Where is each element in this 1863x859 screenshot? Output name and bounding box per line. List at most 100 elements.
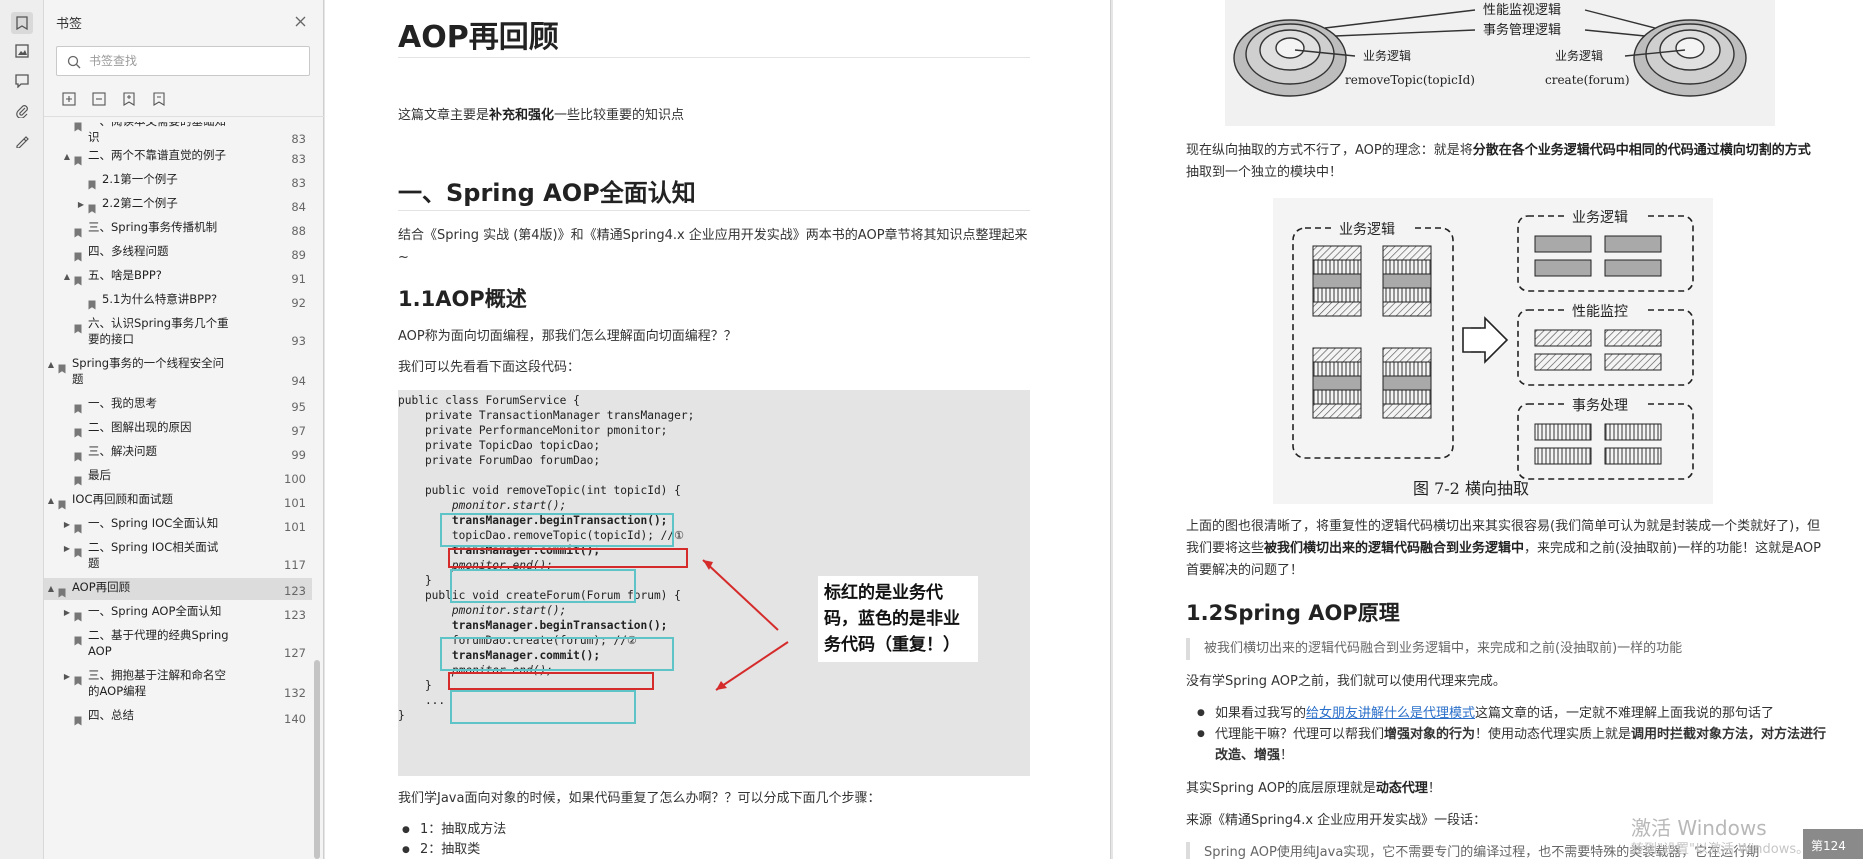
collapse-toggle-icon[interactable]: ▲ [62,272,72,281]
bookmark-item[interactable]: 四、多线程问题 89 [44,242,312,264]
bookmark-label: Spring事务的一个线程安全问题 [72,356,225,386]
bookmark-icon [74,319,82,334]
fig-label: 性能监控 [1572,304,1628,320]
bookmark-page-number: 132 [284,686,306,700]
bookmark-page-number: 117 [284,558,306,572]
bookmark-item[interactable]: ▲ 五、啥是BPP? 91 [44,266,312,288]
bookmark-icon [74,447,82,462]
bookmark-item[interactable]: 三、Spring事务传播机制 88 [44,218,312,240]
collapse-toggle-icon[interactable]: ▲ [62,152,72,161]
bookmark-icon [74,671,82,686]
expand-toggle-icon[interactable]: ▶ [62,672,72,681]
bookmark-item[interactable]: 二、图解出现的原因 97 [44,418,312,440]
bookmark-item[interactable]: ▲ 二、两个不靠谱直觉的例子 83 [44,146,312,168]
bookmark-page-number: 100 [284,472,306,486]
bookmark-icon [74,247,82,262]
expand-all-icon[interactable] [60,90,78,108]
panel-title: 书签 [56,17,83,32]
bookmark-icon [74,399,82,414]
bookmark-item[interactable]: ▶ 三、拥抱基于注解和命名空 的AOP编程 132 [44,666,312,704]
image-icon[interactable] [11,40,33,62]
vertical-extract-figure: 性能监视逻辑 事务管理逻辑 业务逻辑 业务逻辑 removeTopic(topi… [1225,0,1775,126]
bookmark-label: 2.1第一个例子 [102,172,178,186]
collapse-toggle-icon[interactable]: ▲ [46,496,56,505]
bookmark-label: 四、总结 [88,708,134,722]
windows-activation-watermark: 激活 Windows [1631,816,1767,840]
figure-caption: 图 7-2 横向抽取 [1413,479,1529,498]
bookmark-page-number: 99 [291,448,306,462]
fig-label: create(forum) [1545,73,1630,87]
section-rule [398,210,1030,211]
subsection-heading-1-2: 1.2Spring AOP原理 [1186,601,1400,625]
bookmark-item[interactable]: ▲ Spring事务的一个线程安全问题 94 [44,354,312,392]
expand-toggle-icon[interactable]: ▶ [62,520,72,529]
expand-toggle-icon[interactable]: ▶ [62,608,72,617]
comment-icon[interactable] [11,70,33,92]
bookmark-item[interactable]: 三、解决问题 99 [44,442,312,464]
fig-label: 性能监视逻辑 [1483,3,1561,18]
bookmark-item[interactable]: 最后 100 [44,466,312,488]
bookmark-item[interactable]: ▶ 一、Spring AOP全面认知 123 [44,602,312,624]
bookmark-search-input[interactable] [89,52,299,70]
bookmark-page-number: 127 [284,646,306,660]
delete-bookmark-icon[interactable] [150,90,168,108]
panel-scrollbar[interactable] [314,660,320,859]
attachment-icon[interactable] [11,100,33,122]
collapse-toggle-icon[interactable]: ▲ [46,360,56,369]
signature-icon[interactable] [11,130,33,152]
bookmark-label: 四、多线程问题 [88,244,169,258]
bookmark-page-number: 101 [284,520,306,534]
bullet-item: 代理能干嘛？代理可以帮我们增强对象的行为！使用动态代理实质上就是调用时拦截对象方… [1193,724,1833,766]
bookmark-item[interactable]: ▶ 一、Spring IOC全面认知 101 [44,514,312,536]
bookmark-item[interactable]: 2.1第一个例子 83 [44,170,312,192]
bookmark-page-number: 94 [291,374,306,388]
page-number-indicator[interactable]: 第124 [1803,829,1863,859]
expand-toggle-icon[interactable]: ▶ [76,200,86,209]
bookmark-item[interactable]: 二、基于代理的经典Spring AOP 127 [44,626,312,664]
bookmark-item[interactable]: 六、认识Spring事务几个重 要的接口 93 [44,314,312,352]
bookmark-icon [58,583,66,598]
bookmark-item[interactable]: 一、我的思考 95 [44,394,312,416]
title-rule [398,57,1030,58]
bookmark-tree: 一、阅读本文需要的基础知识 83 ▲ 二、两个不靠谱直觉的例子 83 2.1第一个例子 83… [44,122,312,859]
close-icon[interactable] [291,12,309,30]
bookmark-item[interactable]: ▲ AOP再回顾 123 [44,578,312,600]
bookmark-icon [74,631,82,646]
expand-toggle-icon[interactable]: ▶ [62,544,72,553]
horizontal-extract-paragraph: 现在纵向抽取的方式不行了，AOP的理念：就是将分散在各个业务逻辑代码中相同的代码… [1186,143,1811,180]
bookmark-toolbar [60,90,168,108]
collapse-toggle-icon[interactable]: ▲ [46,584,56,593]
bookmark-icon [74,122,82,132]
section1-text: 结合《Spring 实战 (第4版)》和《精通Spring4.x 企业应用开发实… [398,228,1028,265]
add-bookmark-icon[interactable] [120,90,138,108]
bookmark-item[interactable]: 5.1为什么特意讲BPP? 92 [44,290,312,312]
bookmark-item[interactable]: ▲ IOC再回顾和面试题 101 [44,490,312,512]
step-item: 1：抽取成方法 [398,820,798,840]
bookmark-item[interactable]: ▶ 二、Spring IOC相关面试题 117 [44,538,312,576]
fig-label: 事务处理 [1572,398,1628,414]
bookmark-item[interactable]: 四、总结 140 [44,706,312,728]
proxy-article-link[interactable]: 给女朋友讲解什么是代理模式 [1306,706,1475,721]
fig-label: 业务逻辑 [1339,222,1395,238]
bookmark-label: 三、拥抱基于注解和命名空 的AOP编程 [88,668,226,698]
bookmark-page-number: 88 [291,224,306,238]
bookmark-icon [74,423,82,438]
bookmark-page-number: 95 [291,400,306,414]
panel-divider [44,116,324,117]
proxy-bullets: 如果看过我写的给女朋友讲解什么是代理模式这篇文章的话，一定就不难理解上面我说的那… [1193,703,1833,766]
bookmark-icon [58,495,66,510]
bookmark-label: 一、Spring IOC全面认知 [88,516,219,530]
bookmark-label: IOC再回顾和面试题 [72,492,173,506]
bookmark-icon [74,519,82,534]
bookmark-page-number: 84 [291,200,306,214]
bookmark-page-number: 140 [284,712,306,726]
bookmark-search-box[interactable] [56,46,310,76]
bullet-item: 如果看过我写的给女朋友讲解什么是代理模式这篇文章的话，一定就不难理解上面我说的那… [1193,703,1833,724]
bookmark-icon [74,471,82,486]
bookmark-label: 最后 [88,468,111,482]
bookmark-item[interactable]: ▶ 2.2第二个例子 84 [44,194,312,216]
collapse-all-icon[interactable] [90,90,108,108]
bookmark-icon[interactable] [11,12,33,34]
subsection-heading-1-1: 1.1AOP概述 [398,287,527,311]
pdf-reader-window: 书签 一、阅读本文需要的基础知识 83 ▲ 二、两个不靠谱直觉的例子 [0,0,1863,859]
